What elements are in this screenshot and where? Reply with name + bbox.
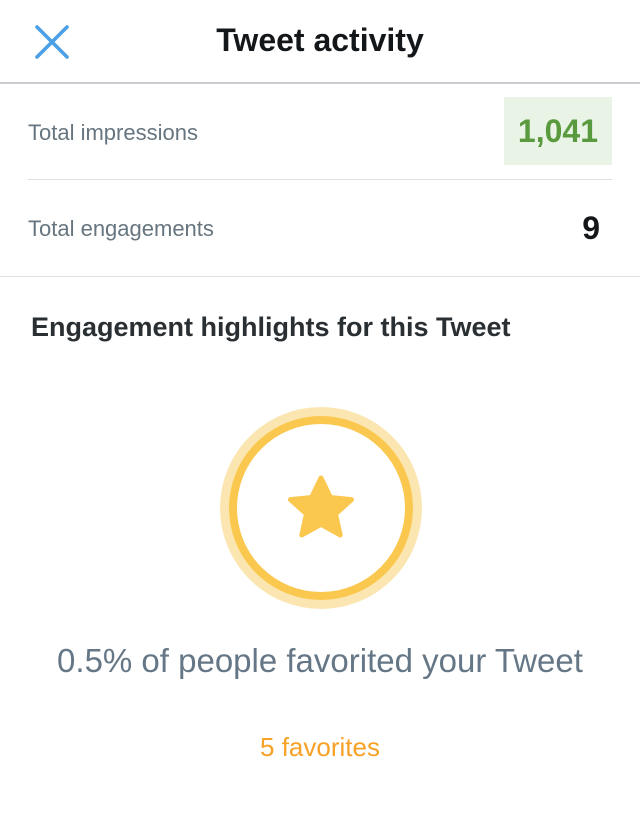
header: Tweet activity: [0, 0, 640, 84]
impressions-row: Total impressions 1,041: [28, 84, 612, 180]
engagements-label: Total engagements: [28, 216, 214, 241]
favorites-badge: [220, 407, 422, 609]
engagements-value: 9: [582, 210, 600, 246]
close-icon: [35, 25, 69, 59]
close-button[interactable]: [34, 24, 70, 60]
favorites-count: 5 favorites: [260, 732, 380, 762]
favorite-rate-text: 0.5% of people favorited your Tweet: [57, 642, 583, 679]
engagements-row: Total engagements 9: [28, 180, 612, 276]
page-title: Tweet activity: [216, 22, 424, 58]
badge-ring: [220, 407, 422, 609]
stats-section: Total impressions 1,041 Total engagement…: [0, 84, 640, 277]
impressions-value: 1,041: [503, 97, 612, 165]
impressions-label: Total impressions: [28, 120, 198, 145]
star-icon: [288, 475, 354, 538]
highlights-title: Engagement highlights for this Tweet: [31, 312, 511, 342]
tweet-activity-screen: Tweet activity Total impressions 1,041 T…: [0, 0, 640, 820]
